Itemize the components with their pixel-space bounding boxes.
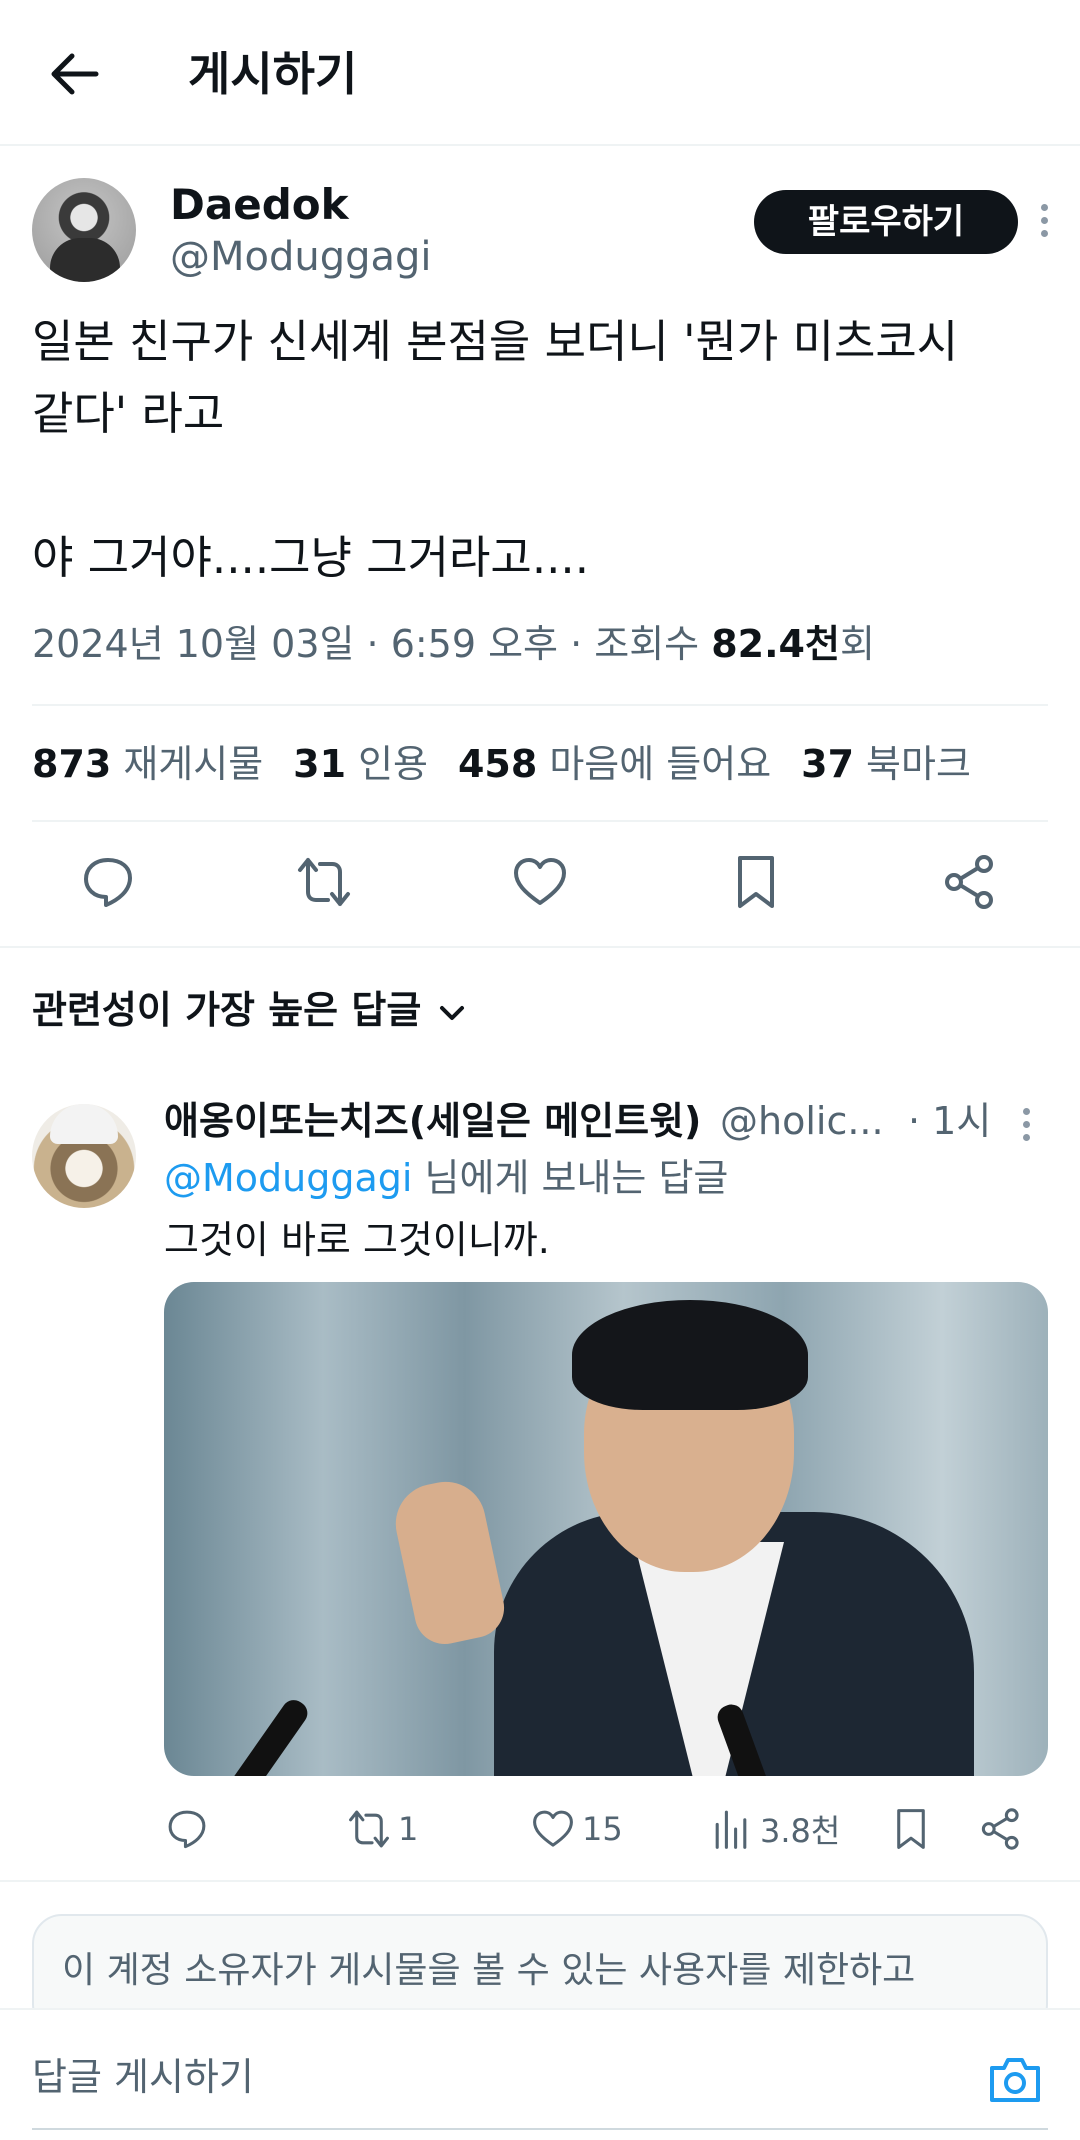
back-arrow-icon[interactable] — [44, 44, 104, 104]
reply-more-options-icon[interactable] — [1016, 1108, 1036, 1148]
reply-like-count: 15 — [582, 1810, 623, 1848]
page-title: 게시하기 — [188, 47, 358, 101]
post-timestamp: 2024년 10월 03일 · 6:59 오후 · 조회수 — [32, 622, 712, 666]
chevron-down-icon — [440, 1005, 465, 1020]
reply-share-button[interactable] — [978, 1804, 1030, 1854]
author-avatar[interactable] — [32, 178, 136, 282]
reply-avatar[interactable] — [32, 1104, 136, 1208]
author-name[interactable]: Daedok — [170, 180, 349, 230]
reply-text: 그것이 바로 그것이니까. — [164, 1218, 550, 1262]
reply-input-placeholder[interactable]: 답글 게시하기 — [32, 2050, 254, 2104]
repost-label[interactable]: 재게시물 — [123, 742, 263, 786]
composer-underline — [32, 2128, 1048, 2130]
share-icon[interactable] — [940, 852, 1000, 912]
reply-author-name[interactable]: 애옹이또는치즈(세일은 메인트윗) — [164, 1096, 701, 1146]
divider — [32, 820, 1048, 822]
follow-button[interactable]: 팔로우하기 — [754, 190, 1018, 254]
repost-icon — [349, 1810, 389, 1848]
reply-icon — [168, 1810, 206, 1849]
like-heart-icon — [533, 1810, 573, 1847]
reply-actions: 1 15 3.8천 — [0, 1804, 1080, 1864]
reply-media-image[interactable] — [164, 1282, 1048, 1776]
bookmark-icon[interactable] — [726, 852, 786, 912]
camera-icon[interactable] — [988, 2054, 1042, 2104]
repost-icon[interactable] — [294, 852, 354, 912]
replying-to: @Moduggagi 님에게 보내는 답글 — [164, 1152, 728, 1204]
post-meta: 2024년 10월 03일 · 6:59 오후 · 조회수 82.4천회 — [32, 614, 875, 674]
reply-author-handle[interactable]: @holic... — [720, 1096, 884, 1146]
reply-composer[interactable]: 답글 게시하기 — [0, 2008, 1080, 2140]
like-label[interactable]: 마음에 들어요 — [549, 742, 771, 786]
author-handle[interactable]: @Moduggagi — [170, 232, 432, 282]
post-stats: 873 재게시물 31 인용 458 마음에 들어요 37 북마크 — [32, 732, 1001, 796]
views-bar-chart-icon — [715, 1810, 747, 1849]
replying-to-suffix: 님에게 보내는 답글 — [412, 1156, 729, 1200]
section-divider — [0, 946, 1080, 948]
divider — [32, 704, 1048, 706]
like-heart-icon[interactable] — [510, 852, 570, 912]
like-count[interactable]: 458 — [458, 742, 537, 786]
reply-icon[interactable] — [78, 852, 138, 912]
bookmark-count[interactable]: 37 — [801, 742, 854, 786]
view-count[interactable]: 82.4천 — [711, 622, 840, 666]
reply-time: · 1시 — [908, 1099, 992, 1143]
reply-sort-dropdown[interactable]: 관련성이 가장 높은 답글 — [32, 982, 467, 1038]
share-icon — [981, 1808, 1019, 1850]
reply-sort-label: 관련성이 가장 높은 답글 — [32, 988, 422, 1032]
view-suffix: 회 — [839, 622, 875, 666]
post-text: 일본 친구가 신세계 본점을 보더니 '뭔가 미츠코시 같다' 라고 야 그거야… — [32, 315, 959, 584]
reply-view-count: 3.8천 — [760, 1812, 841, 1850]
reply-like-button[interactable]: 15 — [530, 1804, 623, 1854]
reply-repost-button[interactable]: 1 — [346, 1804, 418, 1854]
more-options-icon[interactable] — [1034, 204, 1054, 244]
bookmark-label[interactable]: 북마크 — [866, 742, 971, 786]
notice-text: 이 계정 소유자가 게시물을 볼 수 있는 사용자를 제한하고 — [62, 1950, 916, 1991]
bookmark-icon — [897, 1809, 925, 1849]
reply-views-button[interactable]: 3.8천 — [708, 1804, 840, 1854]
reply-mention-link[interactable]: @Moduggagi — [164, 1156, 412, 1200]
section-divider — [0, 1880, 1080, 1882]
quote-count[interactable]: 31 — [293, 742, 346, 786]
reply-bookmark-button[interactable] — [888, 1804, 940, 1854]
reply-reply-button[interactable] — [164, 1804, 216, 1854]
post-author: Daedok @Moduggagi 팔로우하기 — [32, 176, 1048, 286]
post-actions — [0, 852, 1080, 918]
reply-repost-count: 1 — [398, 1810, 419, 1848]
top-app-bar: 게시하기 — [0, 0, 1080, 146]
quote-label[interactable]: 인용 — [358, 742, 428, 786]
repost-count[interactable]: 873 — [32, 742, 111, 786]
